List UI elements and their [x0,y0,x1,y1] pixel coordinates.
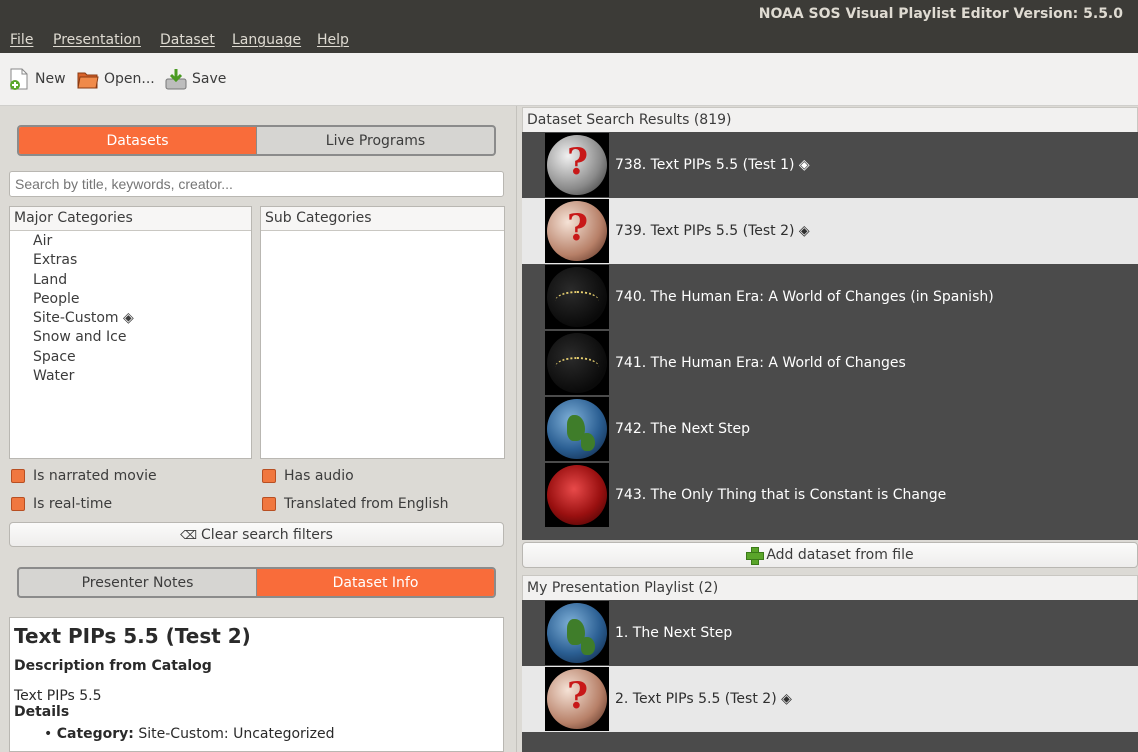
playlist-list: 1. The Next Step ? 2. Text PIPs 5.5 (Tes… [522,600,1138,752]
info-category-item: • Category: Site-Custom: Uncategorized [44,726,335,742]
open-button[interactable]: Open... [77,65,155,93]
save-label: Save [192,71,227,87]
result-label: 740. The Human Era: A World of Changes (… [615,289,994,305]
title-bar: NOAA SOS Visual Playlist Editor Version:… [0,0,1138,28]
new-button[interactable]: New [8,65,66,93]
new-label: New [35,71,66,87]
audio-filter[interactable]: Has audio [262,468,354,484]
menu-language[interactable]: Language [232,32,301,48]
realtime-checkbox[interactable] [11,497,25,511]
result-row[interactable]: 741. The Human Era: A World of Changes [522,330,1138,396]
open-label: Open... [104,71,155,87]
narrated-label: Is narrated movie [33,468,157,484]
folder-open-icon [77,67,99,91]
toolbar: New Open... Save [0,53,1138,106]
menu-file[interactable]: File [10,32,33,48]
new-document-icon [8,67,30,91]
playlist-header[interactable]: My Presentation Playlist (2) [522,575,1138,601]
category-snow-and-ice[interactable]: Snow and Ice [10,328,251,347]
translated-label: Translated from English [284,496,449,512]
category-water[interactable]: Water [10,367,251,386]
result-row[interactable]: 743. The Only Thing that is Constant is … [522,462,1138,528]
add-dataset-button[interactable]: Add dataset from file [522,542,1138,568]
question-globe-gray-thumbnail: ? [545,133,609,197]
realtime-label: Is real-time [33,496,113,512]
earth-globe-thumbnail [545,397,609,461]
clear-filters-label: Clear search filters [201,526,333,543]
tab-dataset-info[interactable]: Dataset Info [256,569,494,596]
narrated-checkbox[interactable] [11,469,25,483]
result-label: 742. The Next Step [615,421,751,437]
playlist-row-selected[interactable]: ? 2. Text PIPs 5.5 (Test 2) ◈ [522,666,1138,732]
results-list: ? 738. Text PIPs 5.5 (Test 1) ◈ ? 739. T… [522,132,1138,540]
category-space[interactable]: Space [10,348,251,367]
menu-help[interactable]: Help [317,32,349,48]
major-categories-header[interactable]: Major Categories [10,207,251,231]
clear-icon: ⌫ [180,527,198,542]
playlist-label: 2. Text PIPs 5.5 (Test 2) ◈ [615,691,792,707]
info-tabs: Presenter Notes Dataset Info [17,567,496,598]
result-label: 741. The Human Era: A World of Changes [615,355,906,371]
narrated-filter[interactable]: Is narrated movie [11,468,157,484]
sub-categories-list: Sub Categories [260,206,505,459]
dataset-info-panel: Text PIPs 5.5 (Test 2) Description from … [9,617,504,752]
question-globe-brown-thumbnail: ? [545,667,609,731]
add-dataset-label: Add dataset from file [766,547,914,563]
sub-categories-header[interactable]: Sub Categories [261,207,504,231]
result-row[interactable]: 742. The Next Step [522,396,1138,462]
category-air[interactable]: Air [10,232,251,251]
save-icon [165,67,187,91]
info-details-heading: Details [14,704,70,720]
menu-presentation[interactable]: Presentation [53,32,141,48]
menu-bar: File Presentation Dataset Language Help [0,28,1138,53]
question-globe-brown-thumbnail: ? [545,199,609,263]
translated-checkbox[interactable] [262,497,276,511]
menu-dataset[interactable]: Dataset [160,32,215,48]
result-row[interactable]: 740. The Human Era: A World of Changes (… [522,264,1138,330]
night-lights-globe-thumbnail [545,331,609,395]
result-label: 738. Text PIPs 5.5 (Test 1) ◈ [615,157,810,173]
realtime-filter[interactable]: Is real-time [11,496,112,512]
clear-filters-button[interactable]: ⌫ Clear search filters [9,522,504,547]
result-row[interactable]: ? 738. Text PIPs 5.5 (Test 1) ◈ [522,132,1138,198]
info-desc-text: Text PIPs 5.5 [14,688,102,704]
audio-label: Has audio [284,468,354,484]
info-desc-heading: Description from Catalog [14,658,212,674]
category-land[interactable]: Land [10,271,251,290]
audio-checkbox[interactable] [262,469,276,483]
major-categories-list: Major Categories Air Extras Land People … [9,206,252,459]
info-category-value: Site-Custom: Uncategorized [133,726,335,742]
tab-live-programs[interactable]: Live Programs [256,127,494,154]
info-title: Text PIPs 5.5 (Test 2) [14,624,251,648]
result-label: 743. The Only Thing that is Constant is … [615,487,947,503]
translated-filter[interactable]: Translated from English [262,496,449,512]
night-lights-globe-thumbnail [545,265,609,329]
plus-icon [746,547,765,565]
tab-datasets[interactable]: Datasets [19,127,256,154]
playlist-row[interactable]: 1. The Next Step [522,600,1138,666]
category-people[interactable]: People [10,290,251,309]
result-row-selected[interactable]: ? 739. Text PIPs 5.5 (Test 2) ◈ [522,198,1138,264]
category-extras[interactable]: Extras [10,251,251,270]
result-label: 739. Text PIPs 5.5 (Test 2) ◈ [615,223,810,239]
tab-presenter-notes[interactable]: Presenter Notes [19,569,256,596]
results-header[interactable]: Dataset Search Results (819) [522,107,1138,133]
earth-globe-thumbnail [545,601,609,665]
category-site-custom[interactable]: Site-Custom ◈ [10,309,251,328]
save-button[interactable]: Save [165,65,226,93]
red-globe-thumbnail [545,463,609,527]
playlist-label: 1. The Next Step [615,625,733,641]
source-tabs: Datasets Live Programs [17,125,496,156]
info-category-label: Category: [56,726,134,742]
search-input[interactable] [9,171,504,197]
window-title: NOAA SOS Visual Playlist Editor Version:… [758,6,1123,22]
